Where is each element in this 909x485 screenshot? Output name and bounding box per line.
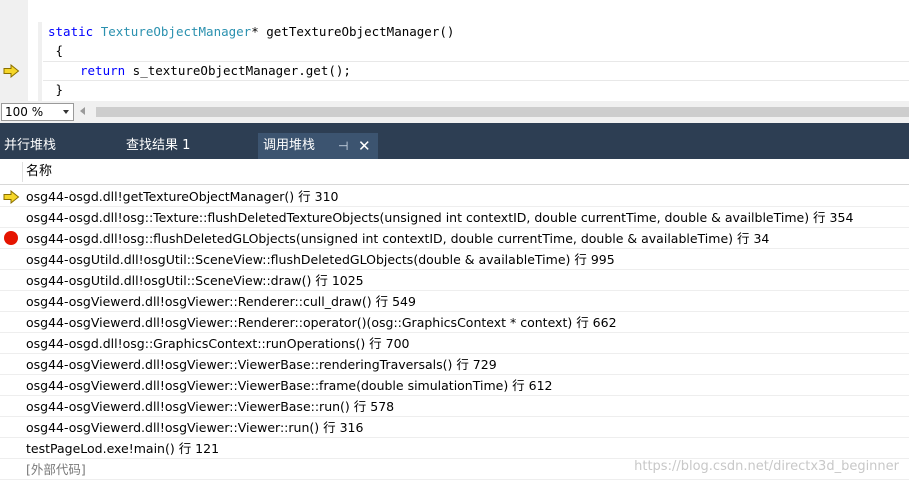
call-stack-frame-text: testPageLod.exe!main() 行 121	[26, 441, 220, 456]
code-keyword: return	[80, 63, 126, 78]
tab-parallel-stacks[interactable]: 并行堆栈	[0, 133, 100, 159]
column-header-name[interactable]: 名称	[26, 159, 52, 185]
call-stack-row[interactable]: testPageLod.exe!main() 行 121	[0, 438, 909, 459]
code-line-1[interactable]: static TextureObjectManager* getTextureO…	[48, 22, 454, 42]
execution-pointer-icon	[3, 64, 20, 78]
code-text: {	[48, 43, 64, 58]
breakpoint-icon[interactable]	[4, 231, 18, 245]
code-text: * getTextureObjectManager()	[251, 24, 455, 39]
call-stack-row[interactable]: osg44-osgd.dll!osg::GraphicsContext::run…	[0, 333, 909, 354]
call-stack-row[interactable]: osg44-osgViewerd.dll!osgViewer::ViewerBa…	[0, 396, 909, 417]
call-stack-frame-text: osg44-osgViewerd.dll!osgViewer::ViewerBa…	[26, 399, 395, 414]
tab-label: 调用堆栈	[263, 138, 316, 153]
tab-label: 查找结果 1	[126, 138, 191, 153]
code-text: s_textureObjectManager.get();	[125, 63, 351, 78]
call-stack-frame-text: osg44-osgViewerd.dll!osgViewer::Renderer…	[26, 294, 416, 309]
code-editor[interactable]: static TextureObjectManager* getTextureO…	[0, 0, 909, 101]
zoom-level-dropdown[interactable]: 100 %	[1, 103, 74, 121]
call-stack-frame-text: [外部代码]	[26, 462, 86, 477]
call-stack-frame-text: osg44-osgViewerd.dll!osgViewer::ViewerBa…	[26, 357, 497, 372]
call-stack-row[interactable]: osg44-osgViewerd.dll!osgViewer::Renderer…	[0, 291, 909, 312]
tool-window-tab-strip: 并行堆栈 查找结果 1 调用堆栈 ⊣ ✕	[0, 123, 909, 159]
column-header[interactable]: 名称	[0, 159, 909, 185]
call-stack-frame-text: osg44-osgd.dll!getTextureObjectManager()…	[26, 189, 339, 204]
watermark: https://blog.csdn.net/directx3d_beginner	[634, 459, 899, 474]
scroll-left-arrow-icon[interactable]	[80, 107, 85, 115]
call-stack-frame-text: osg44-osgd.dll!osg::GraphicsContext::run…	[26, 336, 410, 351]
call-stack-row[interactable]: osg44-osgUtild.dll!osgUtil::SceneView::f…	[0, 249, 909, 270]
tab-call-stack[interactable]: 调用堆栈 ⊣ ✕	[258, 133, 378, 159]
call-stack-frame-text: osg44-osgViewerd.dll!osgViewer::Viewer::…	[26, 420, 364, 435]
call-stack-row[interactable]: osg44-osgViewerd.dll!osgViewer::Viewer::…	[0, 417, 909, 438]
editor-gutter[interactable]	[0, 0, 28, 101]
call-stack-frame-text: osg44-osgUtild.dll!osgUtil::SceneView::f…	[26, 252, 615, 267]
call-stack-row[interactable]: osg44-osgViewerd.dll!osgViewer::ViewerBa…	[0, 354, 909, 375]
horizontal-scrollbar[interactable]	[96, 107, 909, 117]
code-line-2[interactable]: {	[48, 41, 64, 61]
code-type: TextureObjectManager	[100, 24, 252, 39]
call-stack-row[interactable]: osg44-osgd.dll!osg::Texture::flushDelete…	[0, 207, 909, 228]
current-frame-arrow-icon	[3, 190, 20, 204]
close-icon[interactable]: ✕	[358, 133, 371, 159]
pin-icon[interactable]: ⊣	[338, 133, 348, 159]
call-stack-frame-text: osg44-osgViewerd.dll!osgViewer::ViewerBa…	[26, 378, 553, 393]
call-stack-row[interactable]: osg44-osgViewerd.dll!osgViewer::Renderer…	[0, 312, 909, 333]
call-stack-frame-text: osg44-osgd.dll!osg::flushDeletedGLObject…	[26, 231, 770, 246]
tab-find-results[interactable]: 查找结果 1	[122, 133, 232, 159]
call-stack-row[interactable]: osg44-osgd.dll!getTextureObjectManager()…	[0, 186, 909, 207]
code-line-3[interactable]: return s_textureObjectManager.get();	[80, 61, 351, 81]
call-stack-frame-text: osg44-osgViewerd.dll!osgViewer::Renderer…	[26, 315, 617, 330]
zoom-level-value: 100 %	[5, 105, 44, 119]
change-tracking-bar	[38, 22, 42, 101]
code-text: }	[48, 82, 64, 97]
code-keyword: static	[48, 24, 94, 39]
chevron-down-icon	[63, 110, 69, 114]
call-stack-row[interactable]: osg44-osgViewerd.dll!osgViewer::ViewerBa…	[0, 375, 909, 396]
column-divider	[22, 162, 23, 182]
call-stack-row[interactable]: osg44-osgd.dll!osg::flushDeletedGLObject…	[0, 228, 909, 249]
call-stack-panel: 名称 osg44-osgd.dll!getTextureObjectManage…	[0, 159, 909, 485]
call-stack-frame-text: osg44-osgUtild.dll!osgUtil::SceneView::d…	[26, 273, 364, 288]
tab-label: 并行堆栈	[4, 138, 57, 153]
editor-status-bar: 100 %	[0, 101, 909, 123]
call-stack-list: osg44-osgd.dll!getTextureObjectManager()…	[0, 186, 909, 480]
code-line-4[interactable]: }	[48, 80, 64, 100]
call-stack-frame-text: osg44-osgd.dll!osg::Texture::flushDelete…	[26, 210, 854, 225]
call-stack-row[interactable]: osg44-osgUtild.dll!osgUtil::SceneView::d…	[0, 270, 909, 291]
